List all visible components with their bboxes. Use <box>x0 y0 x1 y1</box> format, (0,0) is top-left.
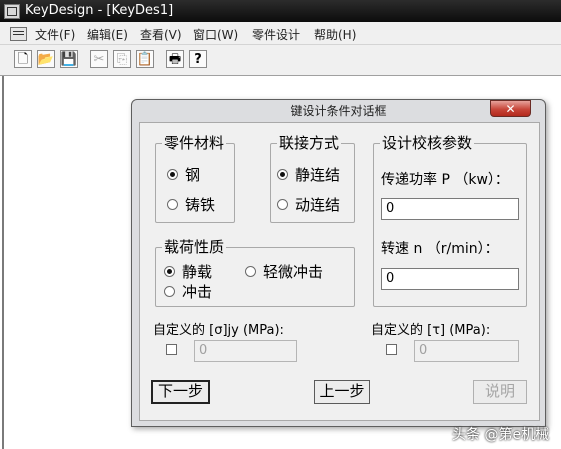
speed-label: 转速 n （r/min）： <box>381 241 499 257</box>
material-steel-label: 钢 <box>185 166 201 184</box>
connection-dynamic-option[interactable]: 动连结 <box>277 194 340 215</box>
copy-icon[interactable]: ⎘ <box>113 50 131 68</box>
connection-static-option[interactable]: 静连结 <box>277 164 340 185</box>
title-bar: KeyDesign - [KeyDes1] <box>0 0 561 22</box>
menu-view[interactable]: 查看(V) <box>140 26 182 43</box>
load-light-impact-option[interactable]: 轻微冲击 <box>245 261 323 282</box>
power-label: 传递功率 P （kw）： <box>381 172 509 188</box>
menu-window[interactable]: 窗口(W) <box>193 26 238 43</box>
new-file-icon[interactable]: 🗋 <box>14 50 32 68</box>
radio-static[interactable] <box>277 169 288 180</box>
custom-sigma-checkbox[interactable] <box>166 344 177 355</box>
radio-light-impact[interactable] <box>245 266 256 277</box>
menu-help[interactable]: 帮助(H) <box>314 26 356 43</box>
menu-edit[interactable]: 编辑(E) <box>87 26 128 43</box>
load-impact-option[interactable]: 冲击 <box>164 281 212 302</box>
connection-static-label: 静连结 <box>295 166 341 184</box>
paste-icon[interactable]: 📋 <box>136 50 154 68</box>
custom-tau-input[interactable]: 0 <box>414 340 519 362</box>
print-icon[interactable]: 🖶 <box>166 50 184 68</box>
material-group: 零件材料 钢 铸铁 <box>155 133 235 223</box>
dialog-body: 零件材料 钢 铸铁 联接方式 静连结 动连结 载荷性质 静载 轻微冲击 冲击 设… <box>139 122 540 421</box>
material-iron-option[interactable]: 铸铁 <box>167 194 215 215</box>
radio-static-load[interactable] <box>164 266 175 277</box>
open-folder-icon[interactable]: 📂 <box>37 50 55 68</box>
custom-tau-label: 自定义的 [τ] (MPa): <box>371 323 491 338</box>
load-group: 载荷性质 静载 轻微冲击 冲击 <box>155 237 355 307</box>
load-impact-label: 冲击 <box>182 283 213 301</box>
connection-dynamic-label: 动连结 <box>295 196 341 214</box>
prev-step-button[interactable]: 上一步 <box>314 380 370 404</box>
menu-file[interactable]: 文件(F) <box>35 26 75 43</box>
key-design-dialog: 键设计条件对话框 ✕ 零件材料 钢 铸铁 联接方式 静连结 动连结 载荷性质 静… <box>131 99 546 427</box>
window-title: KeyDesign - [KeyDes1] <box>25 3 174 18</box>
params-legend: 设计校核参数 <box>380 133 475 153</box>
cut-icon[interactable]: ✂ <box>90 50 108 68</box>
document-edge <box>2 76 4 449</box>
load-static-option[interactable]: 静载 <box>164 261 212 282</box>
params-group: 设计校核参数 传递功率 P （kw）： 0 转速 n （r/min）： 0 <box>373 133 527 307</box>
explain-button[interactable]: 说明 <box>473 380 527 404</box>
next-step-button[interactable]: 下一步 <box>151 380 210 404</box>
connection-legend: 联接方式 <box>277 133 342 153</box>
material-iron-label: 铸铁 <box>185 196 216 214</box>
dialog-title: 键设计条件对话框 <box>290 104 387 118</box>
speed-input[interactable]: 0 <box>381 268 519 290</box>
menu-bar: 文件(F) 编辑(E) 查看(V) 窗口(W) 零件设计 帮助(H) <box>0 22 561 45</box>
close-icon[interactable]: ✕ <box>490 100 531 117</box>
radio-impact[interactable] <box>164 286 175 297</box>
custom-sigma-label: 自定义的 [σ]jy (MPa): <box>153 323 284 338</box>
app-icon <box>4 4 20 19</box>
load-light-impact-label: 轻微冲击 <box>263 263 324 281</box>
radio-cast-iron[interactable] <box>167 199 178 210</box>
load-static-label: 静载 <box>182 263 213 281</box>
watermark: 头条 @第e机械 <box>452 427 550 443</box>
connection-group: 联接方式 静连结 动连结 <box>270 133 355 223</box>
radio-dynamic[interactable] <box>277 199 288 210</box>
power-input[interactable]: 0 <box>381 198 519 220</box>
material-legend: 零件材料 <box>162 133 227 153</box>
save-disk-icon[interactable]: 💾 <box>60 50 78 68</box>
document-menu-icon[interactable] <box>10 27 27 41</box>
load-legend: 载荷性质 <box>162 237 227 257</box>
custom-sigma-input[interactable]: 0 <box>194 340 297 362</box>
help-icon[interactable]: ? <box>189 50 207 68</box>
material-steel-option[interactable]: 钢 <box>167 164 200 185</box>
menu-part-design[interactable]: 零件设计 <box>252 26 300 43</box>
custom-tau-checkbox[interactable] <box>386 344 397 355</box>
radio-steel[interactable] <box>167 169 178 180</box>
toolbar: 🗋 📂 💾 ✂ ⎘ 📋 🖶 ? <box>0 45 561 76</box>
